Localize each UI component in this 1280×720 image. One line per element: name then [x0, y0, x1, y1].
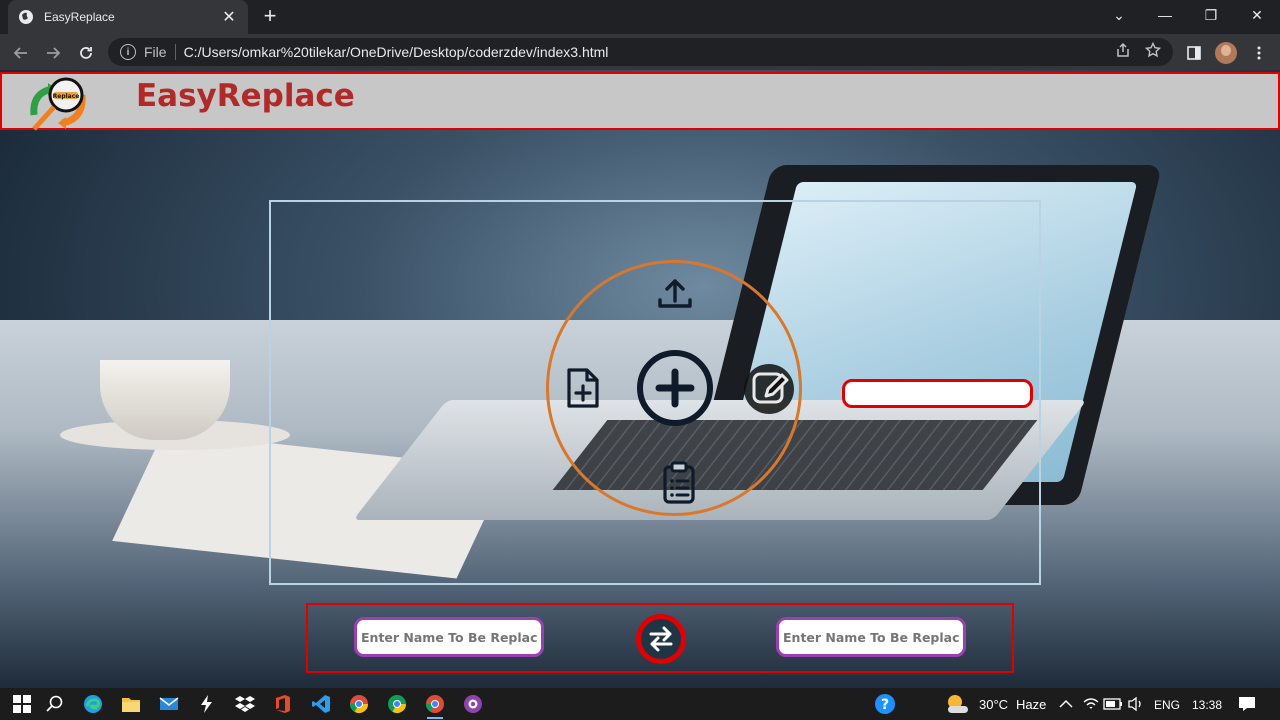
page-viewport: Replace EasyReplace [0, 70, 1280, 688]
weather-text[interactable]: Haze [1016, 697, 1046, 712]
forward-arrow-icon[interactable] [40, 40, 66, 66]
scheme-label: File [144, 44, 167, 60]
name-result-box[interactable] [842, 379, 1033, 408]
omnibox[interactable]: i File C:/Users/omkar%20tilekar/OneDrive… [108, 38, 1173, 66]
side-panel-icon[interactable] [1181, 40, 1207, 66]
brand-title: EasyReplace [136, 78, 355, 114]
replace-controls [306, 603, 1014, 673]
help-icon[interactable]: ? [873, 692, 897, 716]
office-icon[interactable] [271, 692, 295, 716]
url-text[interactable]: C:/Users/omkar%20tilekar/OneDrive/Deskto… [184, 44, 609, 60]
bookmark-star-icon[interactable] [1144, 41, 1162, 63]
language-indicator[interactable]: ENG [1154, 698, 1180, 712]
swap-button[interactable] [636, 614, 686, 664]
clock-time[interactable]: 13:38 [1192, 698, 1222, 712]
omnibox-divider [174, 44, 176, 60]
logo-text: Replace [53, 93, 80, 100]
tab-search-icon[interactable]: ⌄ [1096, 0, 1142, 30]
find-name-input[interactable] [354, 617, 544, 657]
reload-icon[interactable] [73, 40, 99, 66]
windows-start-icon[interactable] [10, 692, 34, 716]
browser-tab[interactable]: EasyReplace ✕ [8, 0, 248, 34]
globe-icon [18, 9, 34, 25]
volume-icon[interactable] [1124, 692, 1148, 716]
profile-avatar[interactable] [1215, 42, 1237, 64]
clipboard-list-icon[interactable] [659, 460, 699, 506]
back-arrow-icon[interactable] [8, 40, 34, 66]
svg-text:?: ? [881, 697, 889, 713]
notifications-icon[interactable] [1235, 692, 1259, 716]
replace-name-input[interactable] [776, 617, 966, 657]
weather-icon[interactable] [945, 692, 969, 716]
share-icon[interactable] [1115, 42, 1131, 63]
file-explorer-icon[interactable] [119, 692, 143, 716]
github-desktop-icon[interactable] [461, 692, 485, 716]
more-menu-icon[interactable] [1246, 40, 1272, 66]
new-tab-button[interactable]: + [258, 5, 282, 29]
browser-tab-strip: EasyReplace ✕ + ⌄ — ❐ ✕ [0, 0, 1280, 34]
add-file-icon[interactable] [562, 366, 604, 410]
close-tab-icon[interactable]: ✕ [220, 7, 238, 27]
mail-icon[interactable] [157, 692, 181, 716]
plus-circle-icon[interactable] [635, 348, 715, 428]
edit-icon[interactable] [742, 362, 798, 416]
tab-title: EasyReplace [44, 10, 115, 24]
close-window-button[interactable]: ✕ [1234, 0, 1280, 30]
app-logo: Replace [28, 75, 86, 131]
edge-icon[interactable] [81, 692, 105, 716]
windows-taskbar: ? 30°C Haze ENG 13:38 [0, 688, 1280, 720]
search-icon[interactable] [43, 692, 67, 716]
chrome-profile-icon[interactable] [385, 692, 409, 716]
vscode-icon[interactable] [309, 692, 333, 716]
site-header: Replace EasyReplace [0, 72, 1280, 131]
wifi-icon[interactable] [1079, 692, 1103, 716]
minimize-button[interactable]: — [1142, 0, 1188, 30]
dropbox-icon[interactable] [233, 692, 257, 716]
chrome-active-icon[interactable] [423, 692, 447, 719]
site-info-icon[interactable]: i [120, 44, 136, 60]
battery-icon[interactable] [1101, 692, 1125, 716]
upload-icon[interactable] [654, 273, 696, 315]
restore-button[interactable]: ❐ [1188, 0, 1234, 30]
address-toolbar: i File C:/Users/omkar%20tilekar/OneDrive… [0, 34, 1280, 70]
chrome-icon[interactable] [347, 692, 371, 716]
power-automate-icon[interactable] [195, 692, 219, 716]
swap-arrows-icon [641, 619, 681, 659]
chevron-up-icon[interactable] [1054, 692, 1078, 716]
temperature-text[interactable]: 30°C [979, 697, 1008, 712]
